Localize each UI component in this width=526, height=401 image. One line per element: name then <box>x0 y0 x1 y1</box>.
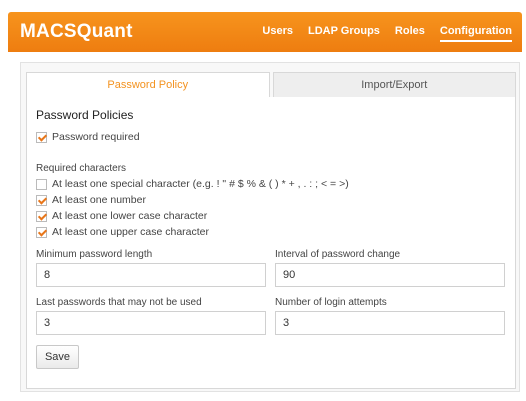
app-brand: MACSQuant <box>20 21 133 42</box>
checkbox-label: At least one lower case character <box>52 210 208 222</box>
checkbox-box[interactable] <box>36 194 47 206</box>
login-attempts-label: Number of login attempts <box>275 297 387 308</box>
tab-password-policy[interactable]: Password Policy <box>26 72 270 98</box>
tab-bar: Password Policy Import/Export <box>26 72 516 98</box>
save-button[interactable]: Save <box>36 345 79 369</box>
required-characters-heading: Required characters <box>36 163 127 174</box>
nav-configuration[interactable]: Configuration <box>439 25 512 42</box>
checkbox-box[interactable] <box>36 210 47 222</box>
min-length-label: Minimum password length <box>36 249 153 260</box>
checkbox-box[interactable] <box>36 226 47 238</box>
password-policy-content: Password Policies Password required Requ… <box>26 97 516 389</box>
nav-ldap-groups[interactable]: LDAP Groups <box>308 25 380 42</box>
checkbox-box[interactable] <box>36 178 47 190</box>
password-required-checkbox[interactable]: Password required <box>36 131 140 143</box>
top-bar: MACSQuant Users LDAP Groups Roles Config… <box>8 12 522 52</box>
section-title: Password Policies <box>36 108 134 122</box>
checkbox-label: At least one special character (e.g. ! "… <box>52 178 349 190</box>
special-character-checkbox[interactable]: At least one special character (e.g. ! "… <box>36 178 349 190</box>
interval-input[interactable]: 90 <box>275 263 505 287</box>
tab-import-export[interactable]: Import/Export <box>272 72 516 98</box>
min-length-input[interactable]: 8 <box>36 263 266 287</box>
checkbox-label: Password required <box>52 131 140 143</box>
nav-users[interactable]: Users <box>262 25 293 42</box>
main-nav: Users LDAP Groups Roles Configuration <box>247 25 512 42</box>
checkbox-box[interactable] <box>36 131 47 143</box>
interval-label: Interval of password change <box>275 249 401 260</box>
number-checkbox[interactable]: At least one number <box>36 194 146 206</box>
login-attempts-input[interactable]: 3 <box>275 311 505 335</box>
configuration-panel: Password Policy Import/Export Password P… <box>20 62 520 392</box>
checkbox-label: At least one number <box>52 194 146 206</box>
last-passwords-input[interactable]: 3 <box>36 311 266 335</box>
last-passwords-label: Last passwords that may not be used <box>36 297 202 308</box>
checkbox-label: At least one upper case character <box>52 226 210 238</box>
lower-case-checkbox[interactable]: At least one lower case character <box>36 210 207 222</box>
upper-case-checkbox[interactable]: At least one upper case character <box>36 226 209 238</box>
nav-roles[interactable]: Roles <box>395 25 425 42</box>
